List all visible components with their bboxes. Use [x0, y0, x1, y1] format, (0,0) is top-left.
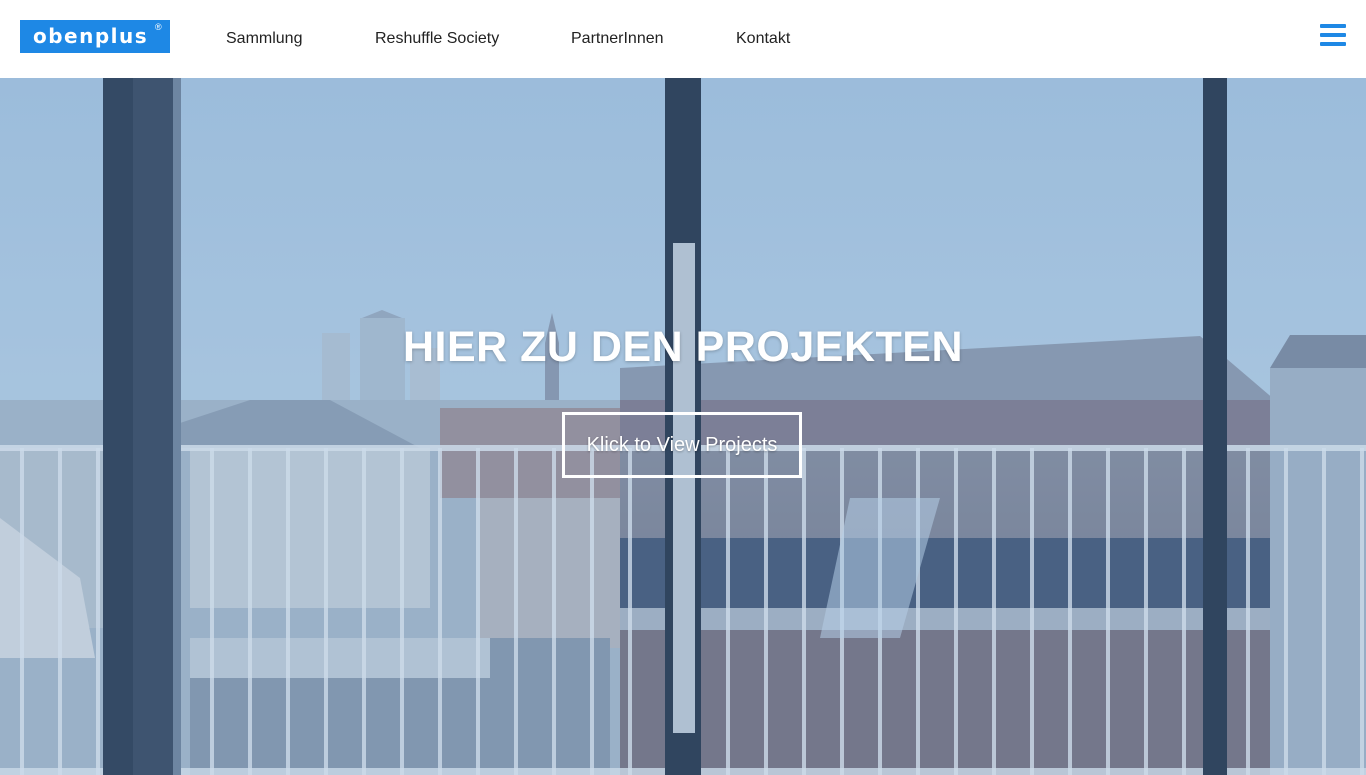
- hamburger-menu-icon[interactable]: [1320, 24, 1346, 46]
- logo[interactable]: obenplus ®: [20, 20, 170, 53]
- nav-item-sammlung[interactable]: Sammlung: [226, 29, 302, 49]
- nav-item-reshuffle-society[interactable]: Reshuffle Society: [375, 29, 499, 49]
- hero-title: HIER ZU DEN PROJEKTEN: [402, 323, 963, 371]
- nav-item-partnerinnen[interactable]: PartnerInnen: [571, 29, 664, 49]
- logo-text: obenplus: [33, 24, 149, 48]
- registered-mark: ®: [155, 22, 162, 32]
- nav-item-kontakt[interactable]: Kontakt: [736, 29, 790, 49]
- view-projects-button[interactable]: Klick to View Projects: [562, 412, 802, 478]
- hero-section: HIER ZU DEN PROJEKTEN Klick to View Proj…: [0, 78, 1366, 775]
- site-header: obenplus ® Sammlung Reshuffle Society Pa…: [0, 0, 1366, 78]
